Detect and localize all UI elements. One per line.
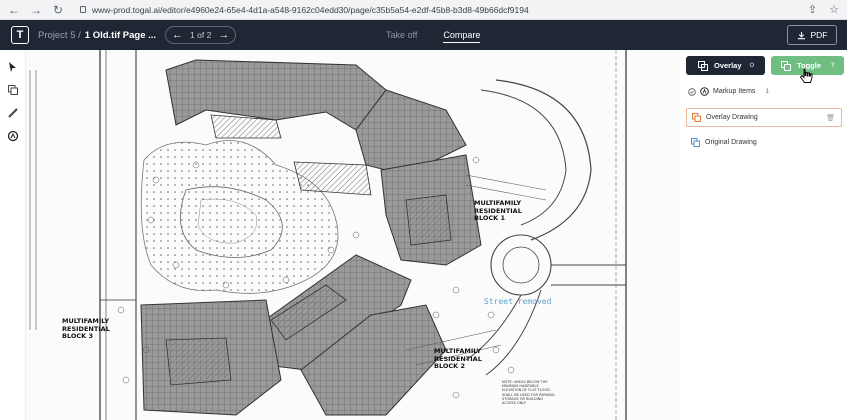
ruler-icon[interactable]	[6, 106, 20, 120]
lock-icon	[80, 6, 86, 13]
page-pager: ← 1 of 2 →	[165, 26, 237, 44]
bookmark-star-icon[interactable]: ☆	[829, 3, 839, 16]
street-removed-annotation: Street removed	[484, 297, 552, 306]
back-icon[interactable]: ←	[8, 3, 20, 17]
label-block-3: MULTIFAMILY RESIDENTIAL BLOCK 3	[62, 317, 110, 340]
page-indicator: 1 of 2	[190, 30, 212, 40]
markup-items-label: Markup Items	[713, 88, 756, 95]
compare-panel: Overlay O Toggle T Markup Items 1 Overla…	[680, 50, 847, 420]
layer-original-drawing[interactable]: Original Drawing	[686, 133, 842, 152]
markup-items-count: 1	[765, 88, 770, 95]
share-icon[interactable]: ⇪	[808, 3, 817, 16]
togal-logo[interactable]: T	[11, 26, 29, 44]
app-header: T Project 5 / 1 Old.tif Page ... ← 1 of …	[0, 20, 847, 50]
pdf-label: PDF	[810, 30, 828, 40]
trash-icon[interactable]: 🗑	[826, 114, 835, 122]
address-bar[interactable]: www-prod.togal.ai/editor/e4960e24-65e4-4…	[74, 5, 798, 15]
markup-items-header[interactable]: Markup Items 1	[688, 87, 769, 96]
url-text: www-prod.togal.ai/editor/e4960e24-65e4-4…	[92, 4, 529, 15]
browser-bar: ← → ↻ www-prod.togal.ai/editor/e4960e24-…	[0, 0, 847, 20]
markup-a-icon	[700, 87, 709, 96]
overlay-drawing-icon	[692, 113, 701, 122]
parking-note: NOTE: AREAS BELOW THE MINIMUM HABITABLE …	[502, 380, 556, 406]
overlay-shortcut: O	[749, 62, 755, 69]
site-plan-drawing	[29, 50, 627, 420]
original-drawing-icon	[691, 138, 700, 147]
overlay-icon	[698, 60, 708, 71]
drawing-canvas[interactable]: MULTIFAMILY RESIDENTIAL BLOCK 1 MULTIFAM…	[26, 50, 680, 420]
toggle-shortcut: T	[831, 62, 835, 69]
label-block-2: MULTIFAMILY RESIDENTIAL BLOCK 2	[434, 347, 482, 370]
forward-icon[interactable]: →	[30, 3, 42, 17]
layer-original-label: Original Drawing	[705, 139, 757, 146]
reload-icon[interactable]: ↻	[52, 3, 64, 17]
tab-take-off[interactable]: Take off	[386, 20, 417, 50]
toggle-icon	[781, 60, 791, 71]
breadcrumb-project[interactable]: Project 5 /	[38, 30, 81, 41]
layer-overlay-label: Overlay Drawing	[706, 114, 758, 121]
download-icon	[797, 31, 805, 39]
hand-cursor-icon	[799, 69, 813, 83]
mode-tabs: Take off Compare	[386, 20, 481, 50]
select-pointer-icon[interactable]	[6, 60, 20, 74]
check-circle-icon	[688, 87, 696, 96]
prev-page-icon[interactable]: ←	[172, 29, 183, 41]
overlay-label: Overlay	[714, 61, 742, 70]
overlay-button[interactable]: Overlay O	[686, 56, 765, 75]
label-block-1: MULTIFAMILY RESIDENTIAL BLOCK 1	[474, 199, 522, 222]
left-toolbar	[0, 50, 26, 420]
breadcrumb-file[interactable]: 1 Old.tif Page ...	[85, 30, 156, 41]
copy-layers-icon[interactable]	[6, 83, 20, 97]
tab-compare[interactable]: Compare	[443, 20, 481, 50]
layer-overlay-drawing[interactable]: Overlay Drawing 🗑	[686, 108, 842, 127]
next-page-icon[interactable]: →	[218, 29, 229, 41]
pdf-download-button[interactable]: PDF	[787, 25, 837, 45]
markup-circle-icon[interactable]	[6, 129, 20, 143]
